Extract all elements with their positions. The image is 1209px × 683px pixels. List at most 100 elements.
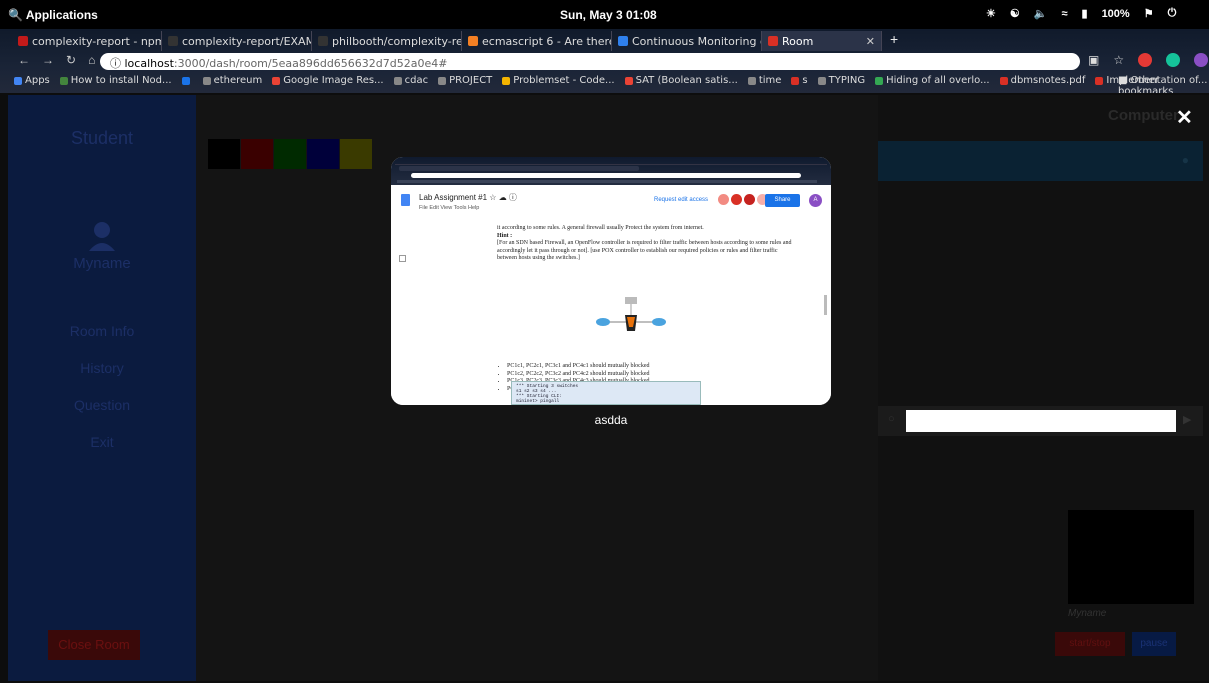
mini-tab-strip: [399, 166, 639, 171]
bookmark-favicon-icon: [875, 76, 884, 85]
tab-favicon-icon: [468, 36, 478, 46]
account-avatar[interactable]: A: [809, 194, 822, 207]
camera-icon[interactable]: ▣: [1088, 53, 1099, 67]
bookmark-item[interactable]: cdac: [393, 75, 428, 86]
bookmark-label: time: [758, 75, 782, 86]
wifi-icon[interactable]: ≈: [1061, 8, 1067, 20]
info-icon[interactable]: ⓘ: [110, 57, 121, 70]
bookmark-item[interactable]: Problemset - Code...: [502, 75, 615, 86]
screenshot-caption: asdda: [594, 413, 628, 427]
close-room-button[interactable]: Close Room: [48, 630, 140, 660]
tab-label: philbooth/complexity-report: J: [332, 34, 461, 48]
url-path: :3000/dash/room/5eaa896dd656632d7d52a0e4…: [173, 57, 448, 70]
volume-icon[interactable]: 🔈: [1034, 7, 1048, 20]
collaborator-avatar[interactable]: [731, 194, 742, 205]
doc-menu[interactable]: File Edit View Tools Help: [419, 205, 479, 211]
video-camera-icon[interactable]: ●: [1182, 153, 1189, 167]
battery-icon[interactable]: ▮: [1082, 7, 1088, 20]
bookmark-item[interactable]: Google Image Res...: [272, 75, 384, 86]
bookmark-item[interactable]: dbmsnotes.pdf: [999, 75, 1085, 86]
attach-icon[interactable]: ○: [888, 413, 895, 425]
start-stop-button[interactable]: start/stop: [1055, 632, 1125, 656]
send-icon[interactable]: ▶: [1183, 413, 1191, 426]
bookmark-item[interactable]: ethereum: [202, 75, 262, 86]
folder-icon: [438, 76, 447, 85]
bookmark-item[interactable]: s: [791, 75, 808, 86]
profile-icon[interactable]: [1194, 53, 1209, 67]
extension-icon[interactable]: [1138, 53, 1153, 67]
switch-node: [652, 318, 666, 326]
home-icon[interactable]: ⌂: [88, 53, 95, 67]
forward-icon[interactable]: →: [42, 53, 54, 67]
power-icon[interactable]: ⏻: [1168, 7, 1177, 20]
list-item: PC1c2, PC2c2, PC3c2 and PC4c2 should mut…: [507, 371, 797, 379]
color-swatch-black[interactable]: [208, 139, 240, 169]
menu-room-info[interactable]: Room Info: [8, 323, 196, 339]
applications-menu[interactable]: 🔍 Applications: [8, 8, 98, 22]
doc-body: it according to some rules. A general fi…: [497, 225, 797, 263]
color-swatch-red[interactable]: [241, 139, 273, 169]
close-tab-icon[interactable]: ✕: [866, 35, 875, 48]
google-docs-icon: [401, 194, 410, 206]
notifications-icon[interactable]: ⚑: [1144, 7, 1154, 20]
browser-tab-active[interactable]: Room ✕: [762, 31, 882, 51]
color-swatch-green[interactable]: [274, 139, 306, 169]
applications-label: Applications: [25, 8, 98, 22]
brightness-icon[interactable]: ☀: [986, 7, 996, 20]
hint-label: Hint :: [497, 233, 797, 241]
bookmark-item[interactable]: Hiding of all overlo...: [875, 75, 990, 86]
terminal-snippet: *** Starting 3 switches s1 s2 s3 s4 ... …: [511, 381, 701, 405]
reload-icon[interactable]: ↻: [66, 53, 76, 67]
back-icon[interactable]: ←: [18, 53, 30, 67]
menu-history[interactable]: History: [8, 360, 196, 376]
collaborator-avatar[interactable]: [744, 194, 755, 205]
browser-tab[interactable]: complexity-report - npm✕: [12, 31, 162, 51]
browser-tab[interactable]: philbooth/complexity-report: J✕: [312, 31, 462, 51]
panel-title: Computer: [1108, 107, 1179, 124]
url-host: localhost: [124, 57, 174, 70]
bookmark-item[interactable]: TYPING: [817, 75, 865, 86]
chat-input[interactable]: [906, 410, 1176, 432]
bookmark-item[interactable]: time: [747, 75, 782, 86]
switch-node: [596, 318, 610, 326]
doc-scrollbar[interactable]: [824, 295, 827, 315]
browser-tab[interactable]: ecmascript 6 - Are there any c✕: [462, 31, 612, 51]
color-swatch-blue[interactable]: [307, 139, 339, 169]
collaborator-avatar[interactable]: [718, 194, 729, 205]
bookmark-item[interactable]: SAT (Boolean satis...: [624, 75, 738, 86]
user-avatar-icon: [88, 221, 116, 256]
bookmark-favicon-icon: [791, 76, 800, 85]
grammarly-icon[interactable]: [1166, 53, 1181, 67]
bookmark-favicon-icon: [502, 76, 511, 85]
tab-label: ecmascript 6 - Are there any c: [482, 34, 611, 48]
menu-exit[interactable]: Exit: [8, 434, 196, 450]
star-icon[interactable]: ☆: [489, 193, 496, 202]
bookmark-favicon-icon: [59, 76, 68, 85]
system-clock[interactable]: Sun, May 3 01:08: [560, 8, 657, 22]
bookmark-item[interactable]: PROJECT: [438, 75, 492, 86]
color-swatch-yellow[interactable]: [340, 139, 372, 169]
accessibility-icon[interactable]: ☯: [1010, 7, 1020, 20]
close-modal-icon[interactable]: ✕: [1176, 105, 1193, 130]
address-bar[interactable]: ⓘ localhost:3000/dash/room/5eaa896dd6566…: [100, 53, 1080, 70]
browser-tab[interactable]: complexity-report/EXAMPLE.m✕: [162, 31, 312, 51]
browser-tab[interactable]: Continuous Monitoring of Java✕: [612, 31, 762, 51]
outline-icon[interactable]: [399, 255, 406, 262]
bookmark-favicon-icon: [624, 76, 633, 85]
bookmark-item[interactable]: Apps: [14, 75, 50, 86]
bookmark-item[interactable]: How to install Nod...: [59, 75, 172, 86]
bookmark-item[interactable]: [181, 75, 193, 86]
folder-icon: ■: [1118, 75, 1128, 86]
apps-grid-icon: [14, 76, 22, 85]
share-button[interactable]: Share: [765, 194, 800, 207]
info-icon[interactable]: ⓘ: [509, 193, 517, 202]
pause-button[interactable]: pause: [1132, 632, 1176, 656]
bookmark-favicon-icon: [1095, 76, 1104, 85]
new-tab-button[interactable]: +: [882, 31, 906, 51]
request-edit-access-link[interactable]: Request edit access: [654, 197, 708, 203]
star-icon[interactable]: ☆: [1113, 53, 1124, 67]
menu-question[interactable]: Question: [8, 397, 196, 413]
mini-address-bar: [411, 173, 801, 178]
tab-favicon-icon: [168, 36, 178, 46]
cloud-icon[interactable]: ☁: [499, 193, 507, 202]
